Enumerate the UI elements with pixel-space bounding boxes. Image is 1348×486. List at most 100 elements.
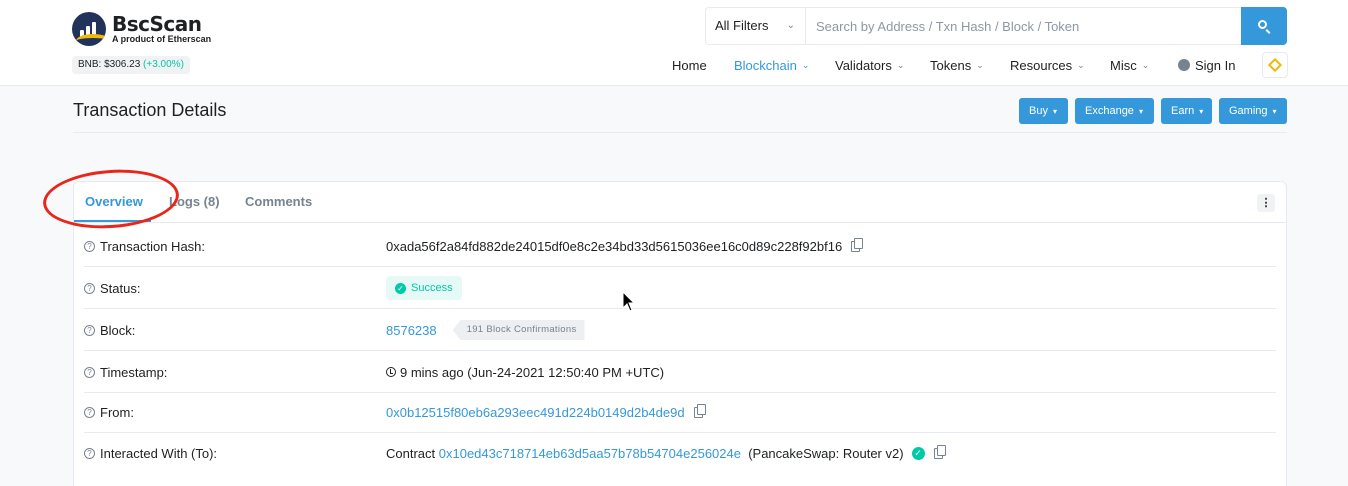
chevron-down-icon: ⌄	[896, 59, 905, 70]
buy-button[interactable]: Buy ▾	[1019, 98, 1068, 124]
tab-bar: Overview Logs (8) Comments ⋮	[74, 182, 1286, 223]
bnb-network-button[interactable]	[1262, 52, 1288, 78]
bnb-price-change: (+3.00%)	[143, 59, 184, 70]
search-filter-label: All Filters	[715, 18, 769, 33]
detail-row-from: ? From: 0x0b12515f80eb6a293eec491d224b014…	[84, 391, 1276, 433]
exchange-button-label: Exchange	[1085, 105, 1134, 117]
chevron-down-icon: ▾	[1052, 107, 1057, 116]
nav-resources-label: Resources	[1010, 57, 1073, 73]
nav-misc[interactable]: Misc ⌄	[1110, 53, 1149, 77]
nav-sign-in-label: Sign In	[1195, 57, 1236, 73]
chevron-down-icon: ⌄	[976, 59, 984, 70]
copy-icon[interactable]	[851, 237, 864, 252]
gaming-button-label: Gaming	[1229, 105, 1268, 117]
detail-row-block: ? Block: 8576238 191 Block Confirmations	[84, 309, 1276, 351]
help-icon[interactable]: ?	[84, 406, 95, 418]
chevron-down-icon: ▾	[1199, 107, 1204, 116]
bnb-icon	[1267, 57, 1283, 73]
detail-row-status: ? Status: ✓ Success	[84, 267, 1276, 309]
tab-comments[interactable]: Comments	[245, 194, 312, 209]
row-value: 0x0b12515f80eb6a293eec491d224b0149d2b4de…	[386, 391, 706, 433]
from-address-link[interactable]: 0x0b12515f80eb6a293eec491d224b0149d2b4de…	[386, 405, 685, 420]
user-icon	[1178, 59, 1190, 71]
help-icon[interactable]: ?	[84, 240, 95, 252]
to-label: Interacted With (To):	[100, 445, 218, 461]
search-button[interactable]	[1241, 7, 1287, 45]
row-label: ? Timestamp:	[84, 351, 167, 393]
gaming-button[interactable]: Gaming ▾	[1219, 98, 1287, 124]
transaction-hash: 0xada56f2a84fd882de24015df0e8c2e34bd33d5…	[386, 238, 843, 254]
contract-prefix: Contract	[386, 445, 436, 461]
transaction-card: Overview Logs (8) Comments ⋮ ? Transactio…	[73, 181, 1287, 486]
contract-name: (PancakeSwap: Router v2)	[748, 445, 904, 461]
verified-icon: ✓	[911, 446, 925, 460]
timestamp-value: 9 mins ago (Jun-24-2021 12:50:40 PM +UTC…	[400, 364, 665, 380]
chevron-down-icon: ⌄	[1141, 59, 1150, 70]
chevron-down-icon: ▾	[1272, 107, 1277, 116]
nav-tokens-label: Tokens	[930, 57, 972, 73]
row-label: ? From:	[84, 391, 134, 433]
nav-validators[interactable]: Validators ⌄	[835, 53, 904, 77]
check-icon: ✓	[395, 282, 406, 294]
nav-misc-label: Misc	[1110, 57, 1137, 73]
brand-tagline: A product of Etherscan	[112, 34, 212, 44]
status-label: Status:	[100, 280, 141, 296]
earn-button-label: Earn	[1171, 105, 1195, 117]
nav-sign-in[interactable]: Sign In	[1178, 53, 1235, 77]
chevron-down-icon: ⌄	[1077, 59, 1085, 70]
hash-label: Transaction Hash:	[100, 238, 206, 254]
from-label: From:	[100, 404, 134, 420]
site-header: BscScan A product of Etherscan BNB: $306…	[0, 0, 1348, 86]
search-filter-select[interactable]: All Filters ⌄	[706, 8, 806, 44]
chevron-down-icon: ⌄	[801, 59, 810, 70]
page-title: Transaction Details	[73, 100, 227, 120]
nav-validators-label: Validators	[835, 57, 892, 73]
copy-icon[interactable]	[693, 403, 706, 418]
cursor-icon	[622, 291, 636, 312]
help-icon[interactable]: ?	[84, 324, 95, 336]
row-label: ? Interacted With (To):	[84, 432, 217, 474]
nav-home[interactable]: Home	[672, 53, 707, 77]
status-badge: ✓ Success	[386, 276, 462, 300]
row-value: ✓ Success	[386, 267, 462, 309]
row-label: ? Status:	[84, 267, 140, 309]
bnb-price-value: BNB: $306.23	[78, 59, 141, 70]
search-input[interactable]	[806, 8, 1241, 44]
block-number-link[interactable]: 8576238	[386, 323, 437, 338]
row-value: 9 mins ago (Jun-24-2021 12:50:40 PM +UTC…	[386, 351, 664, 393]
block-label: Block:	[100, 322, 136, 338]
search-bar: All Filters ⌄	[705, 7, 1287, 45]
row-label: ? Block:	[84, 309, 135, 351]
brand-name: BscScan	[112, 12, 202, 36]
nav-blockchain[interactable]: Blockchain ⌄	[734, 53, 809, 77]
timestamp-label: Timestamp:	[100, 364, 168, 380]
search-icon	[1258, 20, 1267, 29]
nav-tokens[interactable]: Tokens ⌄	[930, 53, 984, 77]
detail-row-timestamp: ? Timestamp: 9 mins ago (Jun-24-2021 12:5…	[84, 351, 1276, 393]
bnb-price: BNB: $306.23 (+3.00%)	[72, 56, 190, 74]
title-divider	[73, 132, 1287, 133]
clock-icon	[386, 367, 396, 377]
earn-button[interactable]: Earn ▾	[1161, 98, 1212, 124]
status-text: Success	[411, 282, 453, 294]
row-value: 0xada56f2a84fd882de24015df0e8c2e34bd33d5…	[386, 225, 864, 267]
bscscan-logo-icon	[72, 12, 106, 46]
row-label: ? Transaction Hash:	[84, 225, 205, 267]
kebab-icon[interactable]: ⋮	[1257, 194, 1275, 212]
exchange-button[interactable]: Exchange ▾	[1075, 98, 1154, 124]
nav-blockchain-label: Blockchain	[734, 57, 797, 73]
contract-address-link[interactable]: 0x10ed43c718714eb63d5aa57b78b54704e25602…	[439, 446, 741, 461]
copy-icon[interactable]	[933, 444, 946, 459]
buy-button-label: Buy	[1029, 105, 1048, 117]
bscscan-logo[interactable]: BscScan A product of Etherscan	[72, 12, 232, 48]
detail-row-hash: ? Transaction Hash: 0xada56f2a84fd882de24…	[84, 225, 1276, 267]
nav-home-label: Home	[672, 57, 707, 73]
detail-row-to: ? Interacted With (To): Contract 0x10ed43…	[84, 432, 1276, 474]
help-icon[interactable]: ?	[84, 282, 95, 294]
help-icon[interactable]: ?	[84, 366, 95, 378]
help-icon[interactable]: ?	[84, 447, 95, 459]
confirmations-badge: 191 Block Confirmations	[452, 320, 585, 340]
row-value: Contract 0x10ed43c718714eb63d5aa57b78b54…	[386, 432, 946, 474]
nav-resources[interactable]: Resources ⌄	[1010, 53, 1085, 77]
chevron-down-icon: ⌄	[786, 20, 795, 31]
